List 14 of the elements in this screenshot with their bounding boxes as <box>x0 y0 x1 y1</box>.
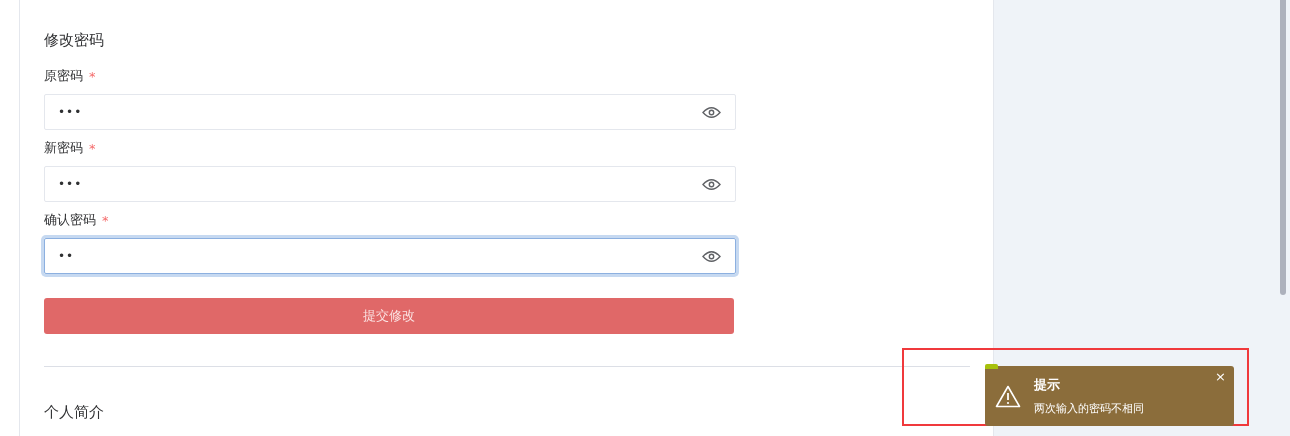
required-mark: * <box>89 140 96 156</box>
close-button[interactable]: × <box>1215 370 1226 384</box>
required-mark: * <box>89 68 96 84</box>
section-title: 修改密码 <box>44 30 105 51</box>
section-title: 个人简介 <box>44 402 105 423</box>
field-label: 原密码 <box>44 67 83 85</box>
password-field[interactable]: •• <box>44 238 736 274</box>
password-field[interactable]: ••• <box>44 94 736 130</box>
toast-message: 两次输入的密码不相同 <box>1034 401 1144 416</box>
required-mark: * <box>102 212 109 228</box>
field-label: 新密码 <box>44 139 83 157</box>
toast-title: 提示 <box>1034 376 1061 394</box>
password-field[interactable]: ••• <box>44 166 736 202</box>
field-label: 确认密码 <box>44 211 96 229</box>
